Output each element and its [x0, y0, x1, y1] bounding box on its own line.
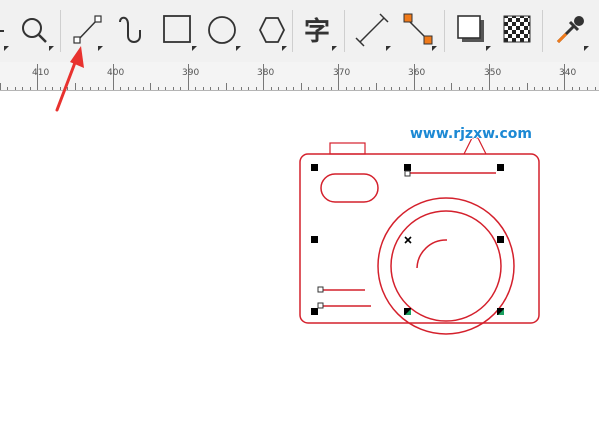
- toolbar-separator: [444, 10, 445, 52]
- transparency-tool-button[interactable]: [500, 10, 540, 52]
- ellipse-tool-button[interactable]: [204, 10, 244, 52]
- rectangle-icon: [163, 15, 197, 51]
- connector-tool-button[interactable]: [398, 10, 438, 52]
- dimension-tool-button[interactable]: [352, 10, 392, 52]
- ruler-label: 370: [333, 68, 351, 78]
- toolbar-separator: [542, 10, 543, 52]
- text-icon: 字: [304, 16, 337, 51]
- ellipse-icon: [208, 16, 241, 51]
- ruler-label: 410: [32, 68, 50, 78]
- drawing-canvas[interactable]: [0, 91, 599, 445]
- polygon-icon: [258, 17, 287, 51]
- ruler-label: 360: [408, 68, 426, 78]
- toolbar-separator: [292, 10, 293, 52]
- eyedropper-tool-button[interactable]: [550, 10, 590, 52]
- two-point-line-icon: [73, 15, 103, 51]
- drop-shadow-icon: [457, 15, 491, 51]
- zoom-tool-button[interactable]: [16, 10, 56, 52]
- horizontal-ruler[interactable]: 410 400 390 380 370 360 350 340: [0, 62, 599, 91]
- ruler-ticks: [0, 64, 596, 90]
- connector-icon: [403, 13, 437, 51]
- two-point-line-tool-button[interactable]: [66, 10, 106, 52]
- watermark: www.rjzxw.com: [410, 126, 532, 142]
- ruler-label: 400: [107, 68, 125, 78]
- ruler-label: 390: [182, 68, 200, 78]
- rectangle-tool-button[interactable]: [158, 10, 198, 52]
- zoom-icon: [22, 18, 54, 51]
- toolbar-separator: [60, 10, 61, 52]
- toolbar-separator: [344, 10, 345, 52]
- ruler-label: 350: [484, 68, 502, 78]
- bezier-tool-button[interactable]: [112, 10, 152, 52]
- text-tool-button[interactable]: 字: [298, 10, 338, 52]
- ruler-label: 340: [559, 68, 577, 78]
- dimension-icon: [355, 13, 391, 51]
- transparency-icon: [503, 15, 531, 43]
- svg-text:字: 字: [304, 16, 330, 47]
- bezier-curve-icon: [119, 16, 141, 43]
- toolbox: 字: [0, 0, 599, 63]
- drop-shadow-tool-button[interactable]: [452, 10, 492, 52]
- eyedropper-icon: [556, 16, 589, 51]
- ruler-label: 380: [257, 68, 275, 78]
- polygon-tool-button[interactable]: [250, 10, 290, 52]
